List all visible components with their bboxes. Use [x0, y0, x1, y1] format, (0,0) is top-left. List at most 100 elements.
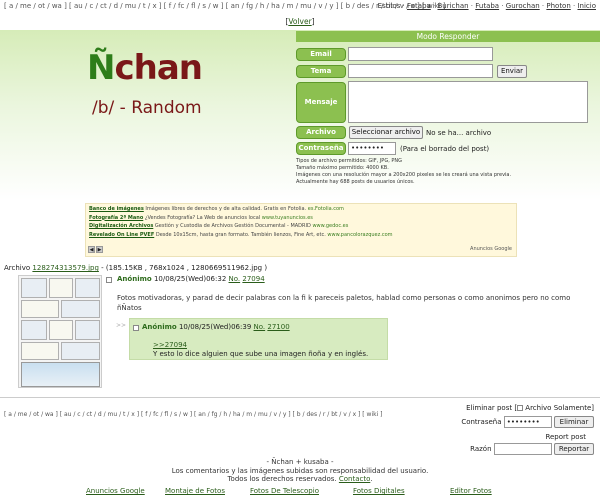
- footer-link-telescopio[interactable]: Fotos De Telescopio: [250, 487, 319, 495]
- google-ads-label[interactable]: Anuncios Google: [470, 245, 512, 254]
- ad-title[interactable]: Digitalización Archivos: [89, 223, 153, 229]
- delete-password-label: Contraseña: [461, 418, 502, 426]
- ad-title[interactable]: Revelado On Line PVEF: [89, 232, 154, 238]
- delete-password-field[interactable]: ••••••••: [503, 416, 552, 428]
- ad-item: Revelado On Line PVEF Desde 10x15cm, has…: [89, 231, 513, 240]
- post-number[interactable]: 27094: [242, 275, 264, 283]
- reason-label: Razón: [470, 445, 492, 453]
- ad-item: Digitalización Archivos Gestión y Custod…: [89, 222, 513, 231]
- file-status: No se ha... archivo: [426, 129, 492, 137]
- reply-quote-link[interactable]: >>27094: [153, 341, 187, 349]
- file-meta: - (185.15KB , 768x1024 , 1280669511962.j…: [101, 264, 268, 272]
- style-link-burichan[interactable]: Burichan: [437, 2, 468, 10]
- comic-panel: [75, 320, 100, 340]
- board-nav-top: [ a / me / ot / wa ] [ au / c / ct / d /…: [0, 0, 600, 12]
- ad-url[interactable]: www.gedoc.es: [312, 223, 348, 229]
- message-label: Mensaje: [296, 82, 346, 123]
- delete-button[interactable]: Eliminar: [554, 416, 594, 428]
- reply-message: Y esto lo dice alguien que sube una imag…: [153, 350, 369, 358]
- post-date: 10/08/25(Wed)06:32: [153, 275, 227, 283]
- footer-credits: - Ñchan + kusaba -: [266, 458, 334, 466]
- ad-desc: ¿Vendes Fotografía? La Web de anuncios l…: [144, 214, 261, 221]
- ad-item: Fotografía 2ª Mano ¿Vendes Fotografía? L…: [89, 214, 513, 223]
- delete-password-row: Contraseña •••••••• Eliminar: [461, 416, 594, 431]
- rule-maxsize: Tamaño máximo permitido: 4000 KB.: [296, 165, 389, 171]
- ad-title[interactable]: Fotografía 2ª Mano: [89, 215, 143, 221]
- file-link[interactable]: 128274313579.jpg: [32, 264, 99, 272]
- board-nav-bottom[interactable]: [ a / me / ot / wa ] [ au / c / ct / d /…: [4, 411, 383, 418]
- ad-title[interactable]: Banco de imágenes: [89, 206, 144, 212]
- delete-panel: Eliminar post [ Archivo Solamente] Contr…: [461, 404, 594, 457]
- reply-mode-banner: Modo Responder: [296, 31, 600, 42]
- style-link-photon[interactable]: Photon: [546, 2, 570, 10]
- message-textarea[interactable]: [348, 81, 588, 123]
- footer-link-editor[interactable]: Editor Fotos: [450, 487, 492, 495]
- divider: [0, 397, 600, 398]
- comic-panel: [49, 278, 73, 298]
- reply-header: Anónimo 10/08/25(Wed)06:39 No. 27100: [142, 323, 290, 331]
- prev-arrow-icon[interactable]: ◀: [88, 245, 95, 253]
- file-info: Archivo 128274313579.jpg - (185.15KB , 7…: [4, 264, 267, 272]
- ads-box: Banco de imágenes Imágenes libres de der…: [85, 203, 517, 257]
- subject-field[interactable]: [348, 64, 493, 78]
- site-logo[interactable]: Ñchan: [87, 48, 203, 88]
- reply-poster-name: Anónimo: [142, 323, 177, 331]
- footer-link-anuncios[interactable]: Anuncios Google: [86, 487, 145, 495]
- rule-unique-posts: Actualmente hay 688 posts de usuarios ún…: [296, 179, 415, 185]
- style-link-fotaba[interactable]: Fotaba: [407, 2, 431, 10]
- op-select-checkbox[interactable]: [106, 277, 112, 283]
- file-only-checkbox[interactable]: [517, 405, 524, 411]
- post-number-label[interactable]: No.: [229, 275, 241, 283]
- back-link[interactable]: Volver: [288, 17, 311, 26]
- comic-panel: [49, 320, 73, 340]
- password-field[interactable]: ••••••••: [348, 142, 396, 155]
- delete-row: Eliminar post [ Archivo Solamente]: [466, 404, 594, 412]
- file-prefix: Archivo: [4, 264, 31, 272]
- comic-panel: [75, 278, 100, 298]
- delete-post-label: Eliminar post: [466, 404, 513, 412]
- file-only-label: Archivo Solamente: [525, 404, 592, 412]
- footer-link-montaje[interactable]: Montaje de Fotos: [165, 487, 225, 495]
- home-link[interactable]: Inicio: [577, 2, 596, 10]
- report-button[interactable]: Reportar: [554, 443, 594, 455]
- comic-panel: [21, 342, 59, 360]
- comic-panel: [61, 300, 100, 318]
- comic-panel: [21, 320, 47, 340]
- footer-rights-text: Todos los derechos reservados.: [227, 475, 337, 483]
- ad-url[interactable]: www.pancolorazquez.com: [327, 232, 392, 238]
- style-link-gurochan[interactable]: Gurochan: [506, 2, 540, 10]
- post-thumbnail[interactable]: [18, 275, 102, 388]
- back-link-wrap: [Volver]: [285, 17, 315, 26]
- rule-filetypes: Tipos de archivo permitidos: GIF, JPG, P…: [296, 158, 402, 164]
- password-label: Contraseña: [296, 142, 346, 155]
- footer-rights: Todos los derechos reservados. Contacto.: [227, 475, 373, 483]
- board-title: /b/ - Random: [92, 98, 202, 118]
- style-link-futaba[interactable]: Futaba: [475, 2, 499, 10]
- email-field[interactable]: [348, 47, 493, 61]
- ad-desc: Gestión y Custodia de Archivos Gestión D…: [154, 223, 311, 229]
- reason-field[interactable]: [493, 443, 552, 455]
- op-header: Anónimo 10/08/25(Wed)06:32 No. 27094: [117, 275, 265, 283]
- reply-number-label[interactable]: No.: [254, 323, 266, 331]
- contact-link[interactable]: Contacto: [339, 475, 370, 483]
- ad-url[interactable]: es.Fotolia.com: [308, 206, 344, 212]
- footer-link-digitales[interactable]: Fotos Digitales: [353, 487, 405, 495]
- style-switcher: Estilos · Fotaba · Burichan · Futaba · G…: [377, 2, 596, 10]
- file-select-button[interactable]: Seleccionar archivo: [349, 126, 423, 139]
- submit-button[interactable]: Enviar: [497, 65, 527, 78]
- next-arrow-icon[interactable]: ▶: [96, 245, 103, 253]
- reply-select-checkbox[interactable]: [133, 325, 139, 331]
- ad-item: Banco de imágenes Imágenes libres de der…: [89, 205, 513, 214]
- poster-name: Anónimo: [117, 275, 152, 283]
- footer: - Ñchan + kusaba - Los comentarios y las…: [0, 458, 600, 484]
- password-note: (Para el borrado del post): [400, 145, 490, 153]
- report-row: Razón Reportar: [461, 443, 594, 457]
- rule-thumbnail: Imágenes con una resolución mayor a 200x…: [296, 172, 512, 178]
- ad-url[interactable]: www.tuyanuncios.es: [262, 215, 313, 221]
- footer-disclaimer: Los comentarios y las imágenes subidas s…: [171, 466, 429, 475]
- ad-desc: Imágenes libres de derechos y de alta ca…: [145, 206, 307, 212]
- style-link-estilos[interactable]: Estilos: [378, 2, 401, 10]
- comic-panel: [21, 300, 59, 318]
- reply-number[interactable]: 27100: [267, 323, 289, 331]
- comic-panel: [61, 342, 100, 360]
